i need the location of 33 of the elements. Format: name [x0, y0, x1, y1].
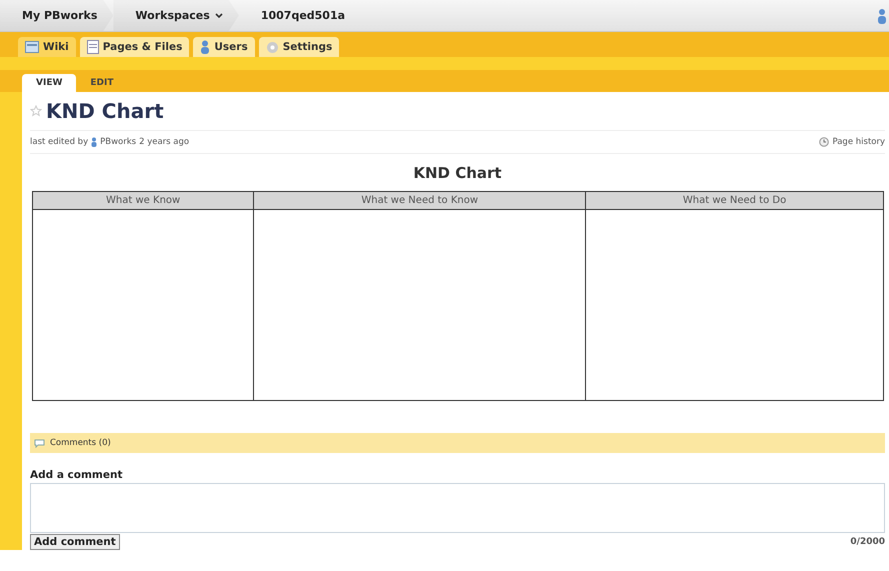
- field-label: Add a comment: [30, 469, 124, 481]
- page-title: KND Chart: [46, 99, 164, 123]
- speech-bubble-icon: [34, 438, 45, 448]
- user-icon: [200, 40, 210, 54]
- page-tab[interactable]: VIEW: [22, 74, 76, 92]
- page-history-link[interactable]: Page history: [832, 137, 885, 147]
- page-tab[interactable]: EDIT: [76, 74, 128, 92]
- wiki-icon: [25, 41, 39, 53]
- gear-icon: [266, 40, 279, 54]
- star-icon[interactable]: [30, 105, 42, 117]
- meta-text: 2 years ago: [139, 137, 190, 147]
- column-header: What we Know: [32, 192, 254, 210]
- comments-count: Comments (0): [50, 438, 111, 448]
- nav-tab[interactable]: Wiki: [18, 37, 76, 57]
- clock-icon: [819, 137, 830, 147]
- character-counter: 0/2000: [850, 537, 885, 547]
- add-comment-button[interactable]: Add comment: [30, 534, 120, 550]
- content-heading: KND Chart: [412, 164, 503, 182]
- breadcrumb-link[interactable]: Workspaces: [113, 0, 239, 31]
- meta-text: last edited by: [30, 137, 88, 147]
- breadcrumb-link[interactable]: 1007qed501a: [238, 0, 362, 31]
- column-header: What we Need to Do: [586, 192, 884, 210]
- nav-tab[interactable]: Settings: [258, 37, 340, 57]
- nav-tab[interactable]: Pages & Files: [80, 37, 190, 57]
- comments-bar[interactable]: Comments (0): [30, 433, 885, 453]
- user-icon[interactable]: [877, 8, 887, 24]
- comment-field[interactable]: [30, 483, 885, 533]
- document-icon: [86, 40, 99, 54]
- breadcrumb-link[interactable]: My PBworks: [0, 0, 114, 31]
- author-link[interactable]: PBworks: [100, 137, 136, 147]
- column-header: What we Need to Know: [254, 192, 586, 210]
- user-icon: [91, 137, 98, 147]
- nav-tab[interactable]: Users: [193, 37, 255, 57]
